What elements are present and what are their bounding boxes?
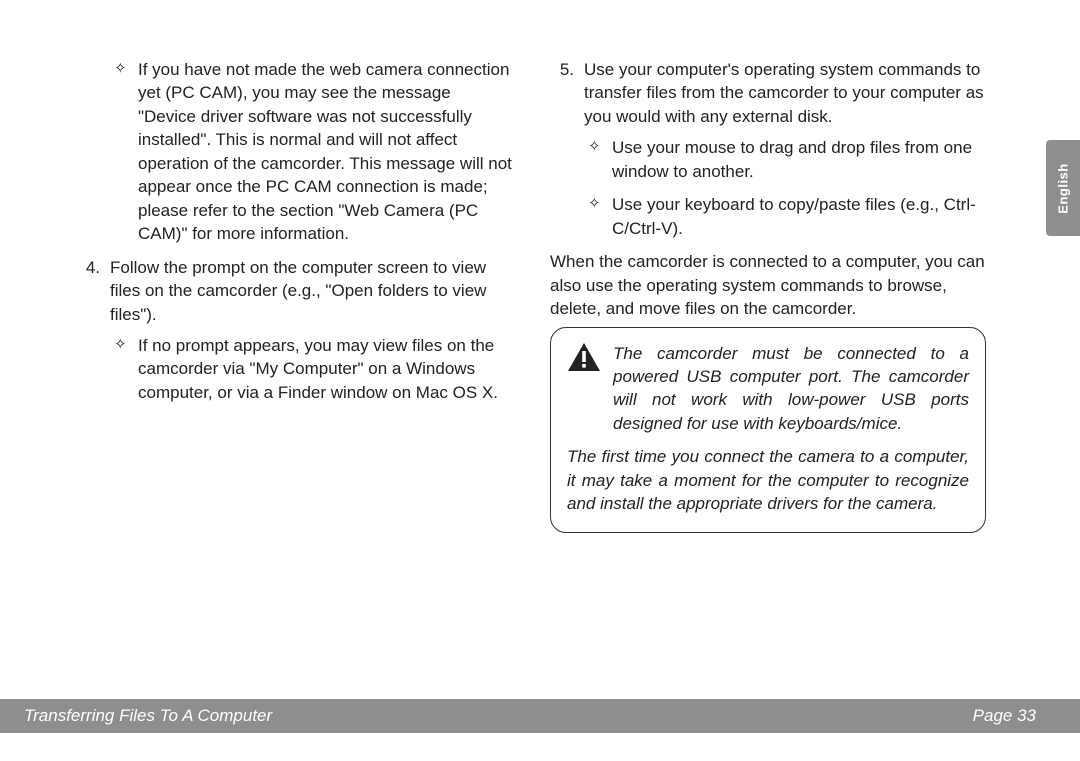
diamond-icon: ✧ bbox=[114, 58, 138, 81]
diamond-icon: ✧ bbox=[588, 136, 612, 159]
numbered-item-5: 5. Use your computer's operating system … bbox=[550, 58, 986, 128]
diamond-bullet: ✧ If no prompt appears, you may view fil… bbox=[114, 334, 512, 404]
bullet-text: Use your keyboard to copy/paste files (e… bbox=[612, 193, 986, 240]
language-tab: English bbox=[1046, 140, 1080, 236]
item-number: 4. bbox=[76, 256, 110, 279]
item-text: Follow the prompt on the computer screen… bbox=[110, 256, 512, 326]
footer-section-title: Transferring Files To A Computer bbox=[24, 706, 272, 726]
diamond-icon: ✧ bbox=[588, 193, 612, 216]
left-column: ✧ If you have not made the web camera co… bbox=[76, 58, 512, 533]
warning-icon bbox=[567, 342, 601, 377]
diamond-bullet: ✧ If you have not made the web camera co… bbox=[114, 58, 512, 246]
content-columns: ✧ If you have not made the web camera co… bbox=[0, 0, 1080, 533]
diamond-bullet: ✧ Use your mouse to drag and drop files … bbox=[588, 136, 986, 183]
footer-page-number: Page 33 bbox=[973, 706, 1036, 726]
right-column: 5. Use your computer's operating system … bbox=[550, 58, 986, 533]
note-text: The camcorder must be connected to a pow… bbox=[613, 342, 969, 436]
bullet-text: If you have not made the web camera conn… bbox=[138, 58, 512, 246]
note-box: The camcorder must be connected to a pow… bbox=[550, 327, 986, 533]
page-footer: Transferring Files To A Computer Page 33 bbox=[0, 699, 1080, 733]
language-label: English bbox=[1056, 163, 1071, 213]
item-text: Use your computer's operating system com… bbox=[584, 58, 986, 128]
item-number: 5. bbox=[550, 58, 584, 81]
diamond-icon: ✧ bbox=[114, 334, 138, 357]
diamond-bullet: ✧ Use your keyboard to copy/paste files … bbox=[588, 193, 986, 240]
body-paragraph: When the camcorder is connected to a com… bbox=[550, 250, 986, 320]
bullet-text: Use your mouse to drag and drop files fr… bbox=[612, 136, 986, 183]
note-text: The first time you connect the camera to… bbox=[567, 445, 969, 515]
document-page: ✧ If you have not made the web camera co… bbox=[0, 0, 1080, 761]
note-row: The camcorder must be connected to a pow… bbox=[567, 342, 969, 436]
bullet-text: If no prompt appears, you may view files… bbox=[138, 334, 512, 404]
numbered-item-4: 4. Follow the prompt on the computer scr… bbox=[76, 256, 512, 326]
